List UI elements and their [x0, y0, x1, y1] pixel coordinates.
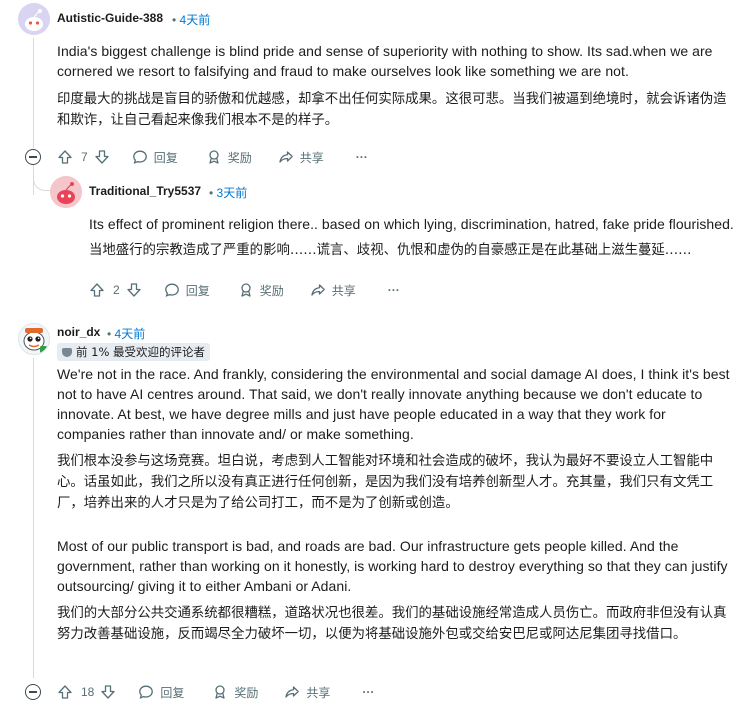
upvote-button[interactable]: [57, 149, 73, 165]
comment-body-en: Most of our public transport is bad, and…: [57, 538, 728, 594]
share-button[interactable]: 共享: [310, 282, 356, 299]
username[interactable]: Autistic-Guide-388: [57, 11, 163, 25]
thread-branch: [33, 168, 50, 191]
vote-group: 2: [89, 282, 142, 298]
thread-line-1: [33, 38, 34, 148]
comment-body-zh: 我们的大部分公共交通系统都很糟糕，道路状况也很差。我们的基础设施经常造成人员伤亡…: [57, 606, 727, 642]
vote-count: 7: [81, 150, 88, 164]
upvote-icon: [58, 685, 72, 699]
comment-bubble-icon: [164, 283, 179, 297]
share-label: 共享: [331, 283, 356, 298]
collapse-thread-button[interactable]: [25, 684, 41, 700]
award-label: 奖励: [234, 685, 259, 700]
comment-body-zh: 印度最大的挑战是盲目的骄傲和优越感，却拿不出任何实际成果。这很可悲。当我们被逼到…: [57, 92, 727, 128]
trophy-icon: [62, 348, 72, 357]
share-button[interactable]: 共享: [284, 684, 330, 701]
comment-actions: 18 回复 奖励 共享 ···: [57, 680, 374, 704]
vote-count: 18: [81, 685, 95, 699]
award-label: 奖励: [227, 150, 252, 165]
comment-body-en: We're not in the race. And frankly, cons…: [57, 366, 730, 442]
comment-timestamp: • 3天前: [209, 186, 248, 200]
more-options-button[interactable]: ···: [356, 150, 368, 164]
comment-body-zh: 当地盛行的宗教造成了严重的影响……谎言、歧视、仇恨和虚伪的自豪感正是在此基础上滋…: [89, 243, 692, 258]
comment-timestamp: • 4天前: [107, 327, 146, 341]
share-icon: [285, 686, 300, 698]
award-button[interactable]: 奖励: [238, 282, 284, 299]
reply-label: 回复: [185, 283, 210, 298]
avatar[interactable]: [50, 176, 82, 208]
snoo-avatar-icon: [18, 3, 50, 35]
reply-button[interactable]: 回复: [132, 149, 178, 166]
more-options-button[interactable]: ···: [388, 283, 400, 297]
comment-body-en: India's biggest challenge is blind pride…: [57, 43, 713, 79]
award-icon: [215, 685, 226, 699]
thread-line-3: [33, 358, 34, 678]
avatar[interactable]: [18, 3, 50, 35]
collapse-thread-button[interactable]: [25, 149, 41, 165]
comment-body-zh: 我们根本没参与这场竞赛。坦白说，考虑到人工智能对环境和社会造成的破坏，我认为最好…: [57, 454, 714, 511]
reply-label: 回复: [153, 150, 178, 165]
user-flair-badge: 前 1% 最受欢迎的评论者: [57, 343, 211, 361]
downvote-icon: [95, 150, 109, 164]
vote-group: 7: [57, 149, 110, 165]
username[interactable]: Traditional_Try5537: [89, 184, 201, 198]
award-button[interactable]: 奖励: [212, 684, 258, 701]
comment-timestamp: • 4天前: [172, 13, 211, 27]
avatar[interactable]: [18, 323, 50, 355]
comment-body-en: Its effect of prominent religion there..…: [89, 216, 735, 232]
downvote-button[interactable]: [100, 684, 116, 700]
comment-actions: 7 回复 奖励 共享 ···: [57, 145, 368, 169]
downvote-button[interactable]: [126, 282, 142, 298]
snoo-avatar-icon: [50, 176, 82, 208]
username[interactable]: noir_dx: [57, 325, 100, 339]
share-label: 共享: [306, 685, 331, 700]
downvote-button[interactable]: [94, 149, 110, 165]
upvote-button[interactable]: [89, 282, 105, 298]
custom-avatar-icon: [19, 324, 49, 354]
award-label: 奖励: [259, 283, 284, 298]
comment-actions: 2 回复 奖励 共享 ···: [89, 278, 400, 302]
vote-count: 2: [113, 283, 120, 297]
share-icon: [279, 151, 293, 163]
award-icon: [241, 283, 251, 297]
reply-button[interactable]: 回复: [138, 684, 184, 701]
vote-group: 18: [57, 684, 116, 700]
comment-bubble-icon: [139, 685, 154, 699]
upvote-button[interactable]: [57, 684, 73, 700]
share-label: 共享: [299, 150, 324, 165]
comment-bubble-icon: [132, 150, 147, 164]
upvote-icon: [58, 150, 72, 164]
downvote-icon: [127, 283, 141, 297]
reply-button[interactable]: 回复: [164, 282, 210, 299]
more-options-button[interactable]: ···: [362, 685, 374, 699]
reply-label: 回复: [160, 685, 185, 700]
downvote-icon: [101, 685, 116, 699]
upvote-icon: [90, 283, 104, 297]
share-button[interactable]: 共享: [278, 149, 324, 166]
award-button[interactable]: 奖励: [206, 149, 252, 166]
award-icon: [209, 150, 219, 164]
share-icon: [311, 284, 325, 296]
